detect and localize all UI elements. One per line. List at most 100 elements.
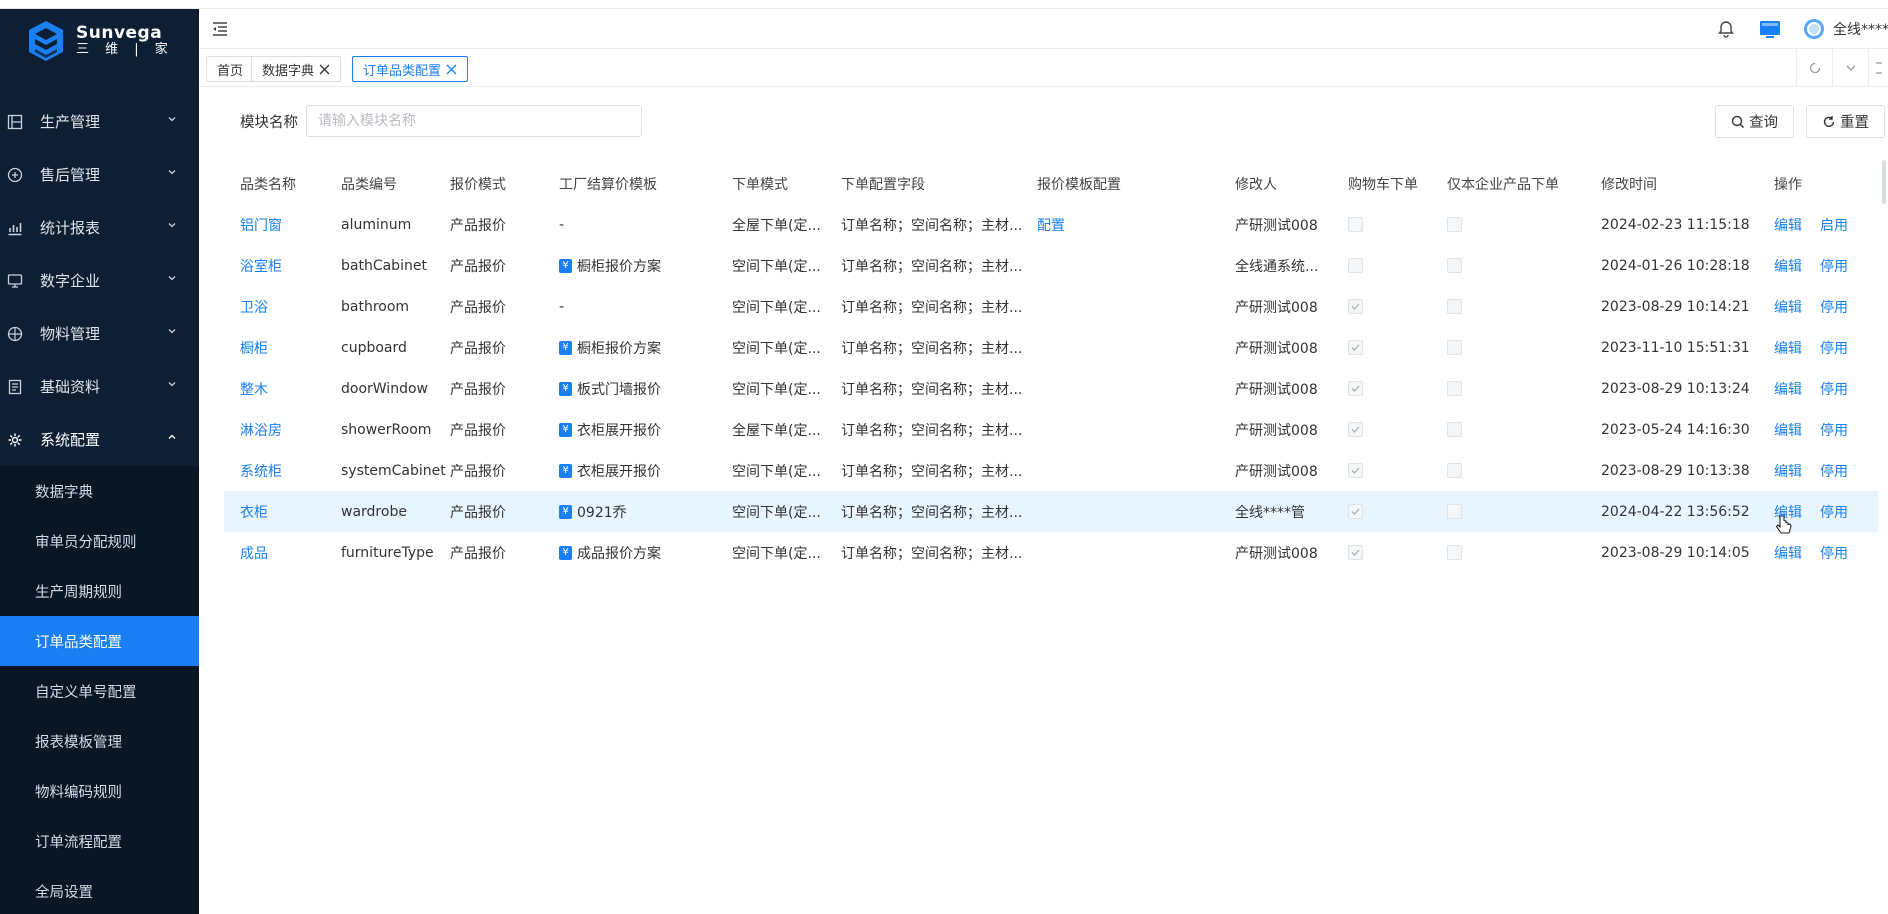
row-actions: 编辑 停用: [1774, 409, 1866, 450]
tab-data-dictionary[interactable]: 数据字典: [251, 56, 342, 82]
column-header: 购物车下单: [1348, 163, 1418, 204]
cart-order-checkbox[interactable]: [1348, 299, 1363, 314]
edit-button[interactable]: 编辑: [1774, 379, 1802, 399]
table-scrollbar[interactable]: [1882, 160, 1886, 204]
fullscreen-icon[interactable]: [1868, 49, 1888, 87]
module-name-input[interactable]: [306, 105, 642, 137]
quote-template-config-link[interactable]: 配置: [1037, 204, 1065, 245]
category-name-link[interactable]: 铝门窗: [240, 204, 282, 245]
sidebar-item-3[interactable]: 数字企业: [0, 254, 199, 307]
edit-button[interactable]: 编辑: [1774, 420, 1802, 440]
screen-display-icon[interactable]: [1759, 18, 1781, 40]
own-products-only-checkbox[interactable]: [1447, 463, 1462, 478]
sidebar-item-5[interactable]: 基础资料: [0, 360, 199, 413]
submenu-item-6[interactable]: 物料编码规则: [0, 766, 199, 816]
chart-icon: [6, 219, 24, 237]
submenu-item-7[interactable]: 订单流程配置: [0, 816, 199, 866]
cart-order-checkbox[interactable]: [1348, 340, 1363, 355]
user-name[interactable]: 全线****: [1833, 19, 1888, 39]
submenu-item-3[interactable]: 订单品类配置: [0, 616, 199, 666]
edit-button[interactable]: 编辑: [1774, 215, 1802, 235]
edit-button[interactable]: 编辑: [1774, 297, 1802, 317]
category-code: furnitureType: [341, 544, 434, 561]
sidebar-item-6[interactable]: 系统配置: [0, 413, 199, 466]
sidebar-item-4[interactable]: 物料管理: [0, 307, 199, 360]
aftersale-icon: [6, 166, 24, 184]
own-products-only-checkbox[interactable]: [1447, 340, 1462, 355]
cart-order-checkbox[interactable]: [1348, 463, 1363, 478]
refresh-icon[interactable]: [1796, 49, 1832, 87]
toggle-status-button[interactable]: 停用: [1820, 256, 1848, 276]
edit-button[interactable]: 编辑: [1774, 543, 1802, 563]
own-products-only-checkbox[interactable]: [1447, 258, 1462, 273]
cart-order-checkbox[interactable]: [1348, 504, 1363, 519]
close-icon[interactable]: [319, 64, 330, 75]
submenu-item-2[interactable]: 生产周期规则: [0, 566, 199, 616]
document-icon: [6, 378, 24, 396]
tab-home[interactable]: 首页: [206, 56, 255, 82]
own-products-only-checkbox[interactable]: [1447, 504, 1462, 519]
category-code: doorWindow: [341, 380, 428, 397]
submenu-item-4[interactable]: 自定义单号配置: [0, 666, 199, 716]
submenu-item-8[interactable]: 全局设置: [0, 866, 199, 914]
modifier-name: 产研测试008: [1235, 545, 1318, 562]
edit-button[interactable]: 编辑: [1774, 338, 1802, 358]
close-icon[interactable]: [446, 64, 457, 75]
table-row[interactable]: 卫浴 bathroom 产品报价 - 空间下单(定... 订单名称；空间名称；主材... 产…: [224, 286, 1878, 327]
edit-button[interactable]: 编辑: [1774, 256, 1802, 276]
own-products-only-checkbox[interactable]: [1447, 217, 1462, 232]
own-products-only-checkbox[interactable]: [1447, 381, 1462, 396]
cart-order-checkbox[interactable]: [1348, 422, 1363, 437]
toggle-status-button[interactable]: 停用: [1820, 502, 1848, 522]
table-row[interactable]: 整木 doorWindow 产品报价 ¥ 板式门墙报价 空间下单(定... 订单名称；空间名…: [224, 368, 1878, 409]
toggle-status-button[interactable]: 停用: [1820, 461, 1848, 481]
category-name-link[interactable]: 淋浴房: [240, 409, 282, 450]
table-row[interactable]: 淋浴房 showerRoom 产品报价 ¥ 衣柜展开报价 全屋下单(定... 订单名称；空间…: [224, 409, 1878, 450]
sidebar-item-0[interactable]: 生产管理: [0, 95, 199, 148]
reset-button[interactable]: 重置: [1806, 105, 1885, 138]
notification-bell-icon[interactable]: [1715, 18, 1737, 40]
submenu-item-5[interactable]: 报表模板管理: [0, 716, 199, 766]
tab-order-category-config[interactable]: 订单品类配置: [352, 56, 469, 82]
toggle-status-button[interactable]: 停用: [1820, 338, 1848, 358]
table-row[interactable]: 系统柜 systemCabinet 产品报价 ¥ 衣柜展开报价 空间下单(定... 订单名称…: [224, 450, 1878, 491]
table-row[interactable]: 浴室柜 bathCabinet 产品报价 ¥ 橱柜报价方案 空间下单(定... 订单名称；空…: [224, 245, 1878, 286]
category-name-link[interactable]: 系统柜: [240, 450, 282, 491]
user-avatar[interactable]: [1803, 18, 1825, 40]
sidebar-item-2[interactable]: 统计报表: [0, 201, 199, 254]
submenu-item-1[interactable]: 审单员分配规则: [0, 516, 199, 566]
table-row[interactable]: 成品 furnitureType 产品报价 ¥ 成品报价方案 空间下单(定... 订单名称；…: [224, 532, 1878, 573]
order-fields: 订单名称；空间名称；主材...: [841, 258, 1023, 275]
query-label: 查询: [1749, 115, 1778, 131]
own-products-only-checkbox[interactable]: [1447, 422, 1462, 437]
sidebar-item-1[interactable]: 售后管理: [0, 148, 199, 201]
category-name-link[interactable]: 衣柜: [240, 491, 268, 532]
query-button[interactable]: 查询: [1715, 105, 1794, 138]
cart-order-checkbox[interactable]: [1348, 381, 1363, 396]
chevron-down-icon[interactable]: [1832, 49, 1868, 87]
collapse-menu-icon[interactable]: [211, 20, 229, 38]
toggle-status-button[interactable]: 停用: [1820, 379, 1848, 399]
system-config-submenu: 数据字典 审单员分配规则 生产周期规则 订单品类配置 自定义单号配置 报表模板管理 物料编码…: [0, 466, 199, 914]
edit-button[interactable]: 编辑: [1774, 461, 1802, 481]
brand-logo[interactable]: Sunvega 三 维 | 家: [0, 9, 199, 73]
cart-order-checkbox[interactable]: [1348, 217, 1363, 232]
own-products-only-checkbox[interactable]: [1447, 545, 1462, 560]
table-row[interactable]: 橱柜 cupboard 产品报价 ¥ 橱柜报价方案 空间下单(定... 订单名称；空间名称；…: [224, 327, 1878, 368]
cart-order-checkbox[interactable]: [1348, 258, 1363, 273]
cart-order-checkbox[interactable]: [1348, 545, 1363, 560]
submenu-item-0[interactable]: 数据字典: [0, 466, 199, 516]
category-name-link[interactable]: 卫浴: [240, 286, 268, 327]
table-row[interactable]: 衣柜 wardrobe 产品报价 ¥0921乔 空间下单(定... 订单名称；空间名称；主…: [224, 491, 1878, 532]
toggle-status-button[interactable]: 启用: [1820, 215, 1848, 235]
toggle-status-button[interactable]: 停用: [1820, 420, 1848, 440]
category-name-link[interactable]: 成品: [240, 532, 268, 573]
toggle-status-button[interactable]: 停用: [1820, 297, 1848, 317]
own-products-only-checkbox[interactable]: [1447, 299, 1462, 314]
category-name-link[interactable]: 浴室柜: [240, 245, 282, 286]
table-row[interactable]: 铝门窗 aluminum 产品报价 - 全屋下单(定... 订单名称；空间名称；主材...…: [224, 204, 1878, 245]
category-name-link[interactable]: 橱柜: [240, 327, 268, 368]
edit-button[interactable]: 编辑: [1774, 502, 1802, 522]
category-name-link[interactable]: 整木: [240, 368, 268, 409]
toggle-status-button[interactable]: 停用: [1820, 543, 1848, 563]
